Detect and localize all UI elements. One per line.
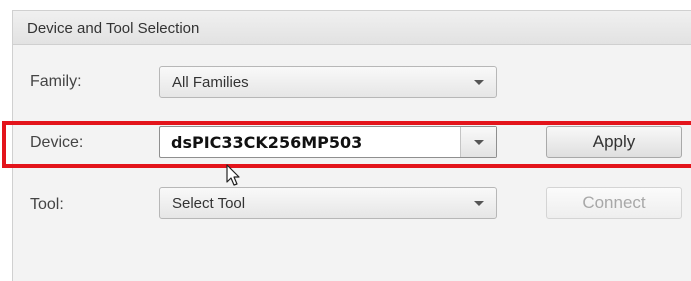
connect-button[interactable]: Connect (546, 187, 682, 219)
tool-label: Tool: (30, 196, 64, 213)
family-dropdown-value: All Families (172, 74, 249, 91)
chevron-down-icon (474, 201, 484, 206)
tool-dropdown-value: Select Tool (172, 195, 246, 212)
tool-dropdown[interactable]: Select Tool (159, 187, 497, 219)
chevron-down-icon (474, 80, 484, 85)
mouse-pointer-icon (226, 164, 240, 186)
panel-title: Device and Tool Selection (27, 20, 200, 37)
family-label: Family: (30, 73, 82, 90)
panel-header: Device and Tool Selection (13, 11, 691, 45)
family-dropdown[interactable]: All Families (159, 66, 497, 98)
device-row-highlight (2, 121, 691, 168)
